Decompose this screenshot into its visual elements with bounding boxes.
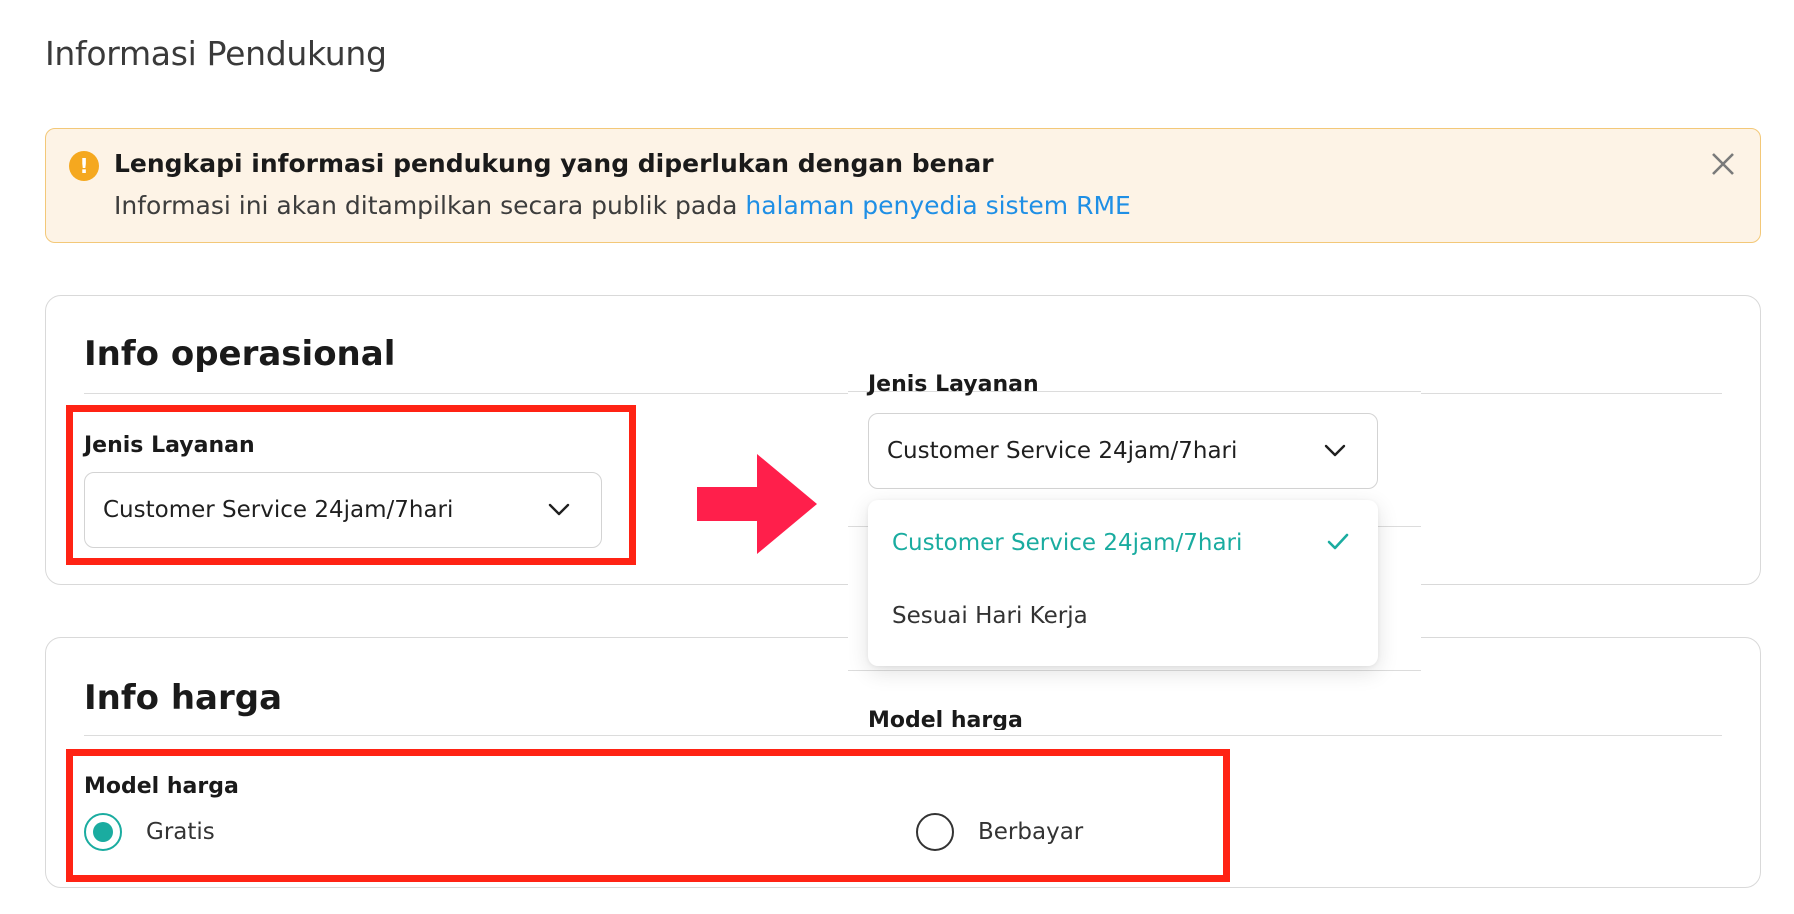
- arrow-right-icon: [697, 454, 817, 554]
- card-title-operational: Info operasional: [84, 334, 396, 374]
- warning-icon: !: [69, 151, 99, 181]
- service-type-label: Jenis Layanan: [84, 433, 255, 458]
- info-alert: ! Lengkapi informasi pendukung yang dipe…: [45, 128, 1761, 243]
- radio-gratis[interactable]: [84, 813, 122, 851]
- alert-description-text: Informasi ini akan ditampilkan secara pu…: [114, 191, 746, 220]
- page-title: Informasi Pendukung: [45, 34, 387, 73]
- card-divider: [84, 735, 1722, 736]
- dropdown-option-24-7[interactable]: Customer Service 24jam/7hari: [892, 530, 1242, 556]
- card-title-price: Info harga: [84, 678, 283, 718]
- check-icon: [1327, 533, 1349, 550]
- service-type-dropdown-menu: Customer Service 24jam/7hari Sesuai Hari…: [868, 500, 1378, 666]
- dropdown-option-working-days[interactable]: Sesuai Hari Kerja: [892, 603, 1088, 629]
- alert-title: Lengkapi informasi pendukung yang diperl…: [114, 149, 994, 178]
- dropdown-preview: Jenis Layanan Customer Service 24jam/7ha…: [848, 360, 1421, 730]
- card-divider: [848, 670, 1421, 671]
- provider-page-link[interactable]: halaman penyedia sistem RME: [745, 191, 1130, 220]
- radio-label-berbayar[interactable]: Berbayar: [978, 819, 1083, 845]
- price-model-label-cutoff: Model harga: [868, 708, 1023, 730]
- chevron-down-icon: [548, 503, 570, 516]
- price-model-label: Model harga: [84, 774, 239, 799]
- service-type-value: Customer Service 24jam/7hari: [887, 438, 1238, 464]
- radio-berbayar[interactable]: [916, 813, 954, 851]
- alert-description: Informasi ini akan ditampilkan secara pu…: [114, 191, 1131, 220]
- service-type-select[interactable]: Customer Service 24jam/7hari: [84, 472, 602, 548]
- service-type-label: Jenis Layanan: [868, 372, 1039, 397]
- service-type-value: Customer Service 24jam/7hari: [103, 497, 454, 523]
- close-icon[interactable]: [1706, 147, 1740, 181]
- chevron-down-icon: [1324, 444, 1346, 457]
- radio-label-gratis[interactable]: Gratis: [146, 819, 215, 845]
- service-type-select-open[interactable]: Customer Service 24jam/7hari: [868, 413, 1378, 489]
